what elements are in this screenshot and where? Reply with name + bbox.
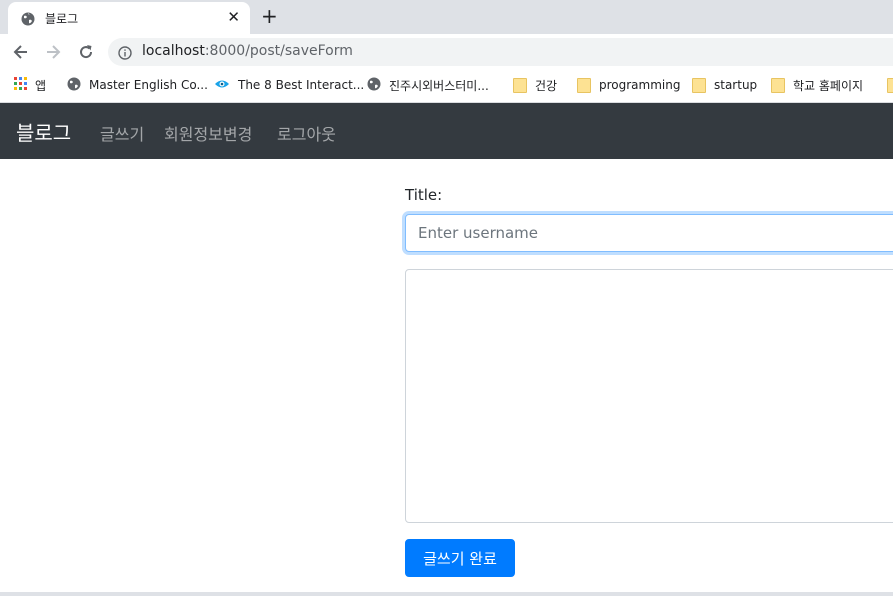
bookmark-label: 진주시외버스터미... — [389, 78, 489, 93]
reload-icon[interactable] — [76, 42, 96, 62]
bookmark-label: 학교 홈페이지 — [793, 78, 864, 93]
url-text: localhost:8000/post/saveForm — [142, 43, 353, 59]
folder-icon — [513, 77, 527, 93]
globe-icon — [367, 77, 381, 94]
close-tab-icon[interactable]: ✕ — [227, 8, 240, 26]
folder-icon — [577, 77, 591, 93]
title-input[interactable] — [405, 214, 893, 252]
bookmark-label: Master English Co... — [89, 78, 208, 92]
submit-post-button[interactable]: 글쓰기 완료 — [405, 539, 515, 577]
bookmarks-bar: 앱 Master English Co... The 8 Best Intera… — [0, 70, 893, 103]
title-label: Title: — [405, 186, 443, 204]
bookmark-label: startup — [714, 78, 758, 92]
bookmark-jinju-bus[interactable]: 진주시외버스터미... — [367, 76, 489, 94]
folder-icon — [692, 77, 706, 93]
bottom-border — [0, 592, 893, 596]
folder-icon — [771, 77, 785, 93]
bookmark-label: 건강 — [535, 78, 558, 93]
nav-link-logout[interactable]: 로그아웃 — [277, 121, 336, 145]
new-tab-button[interactable]: + — [261, 5, 278, 27]
globe-icon — [21, 11, 35, 30]
apps-grid-icon — [14, 77, 27, 93]
browser-tab[interactable]: 블로그 ✕ — [8, 2, 250, 34]
content-textarea[interactable] — [405, 269, 893, 523]
navbar-brand[interactable]: 블로그 — [16, 117, 71, 146]
bookmark-master-english[interactable]: Master English Co... — [67, 76, 208, 94]
bookmark-label: The 8 Best Interact... — [238, 78, 365, 92]
forward-icon[interactable] — [43, 42, 63, 62]
bookmark-folder-startup[interactable]: startup — [692, 76, 757, 94]
tab-strip: 블로그 ✕ + — [0, 0, 893, 34]
bookmark-folder-health[interactable]: 건강 — [513, 76, 557, 94]
bookmark-folder-school[interactable]: 학교 홈페이지 — [771, 76, 863, 94]
bookmark-apps[interactable]: 앱 — [14, 76, 46, 94]
url-path: :8000/post/saveForm — [204, 43, 353, 59]
tab-title: 블로그 — [45, 12, 79, 26]
site-navbar: 블로그 글쓰기 회원정보변경 로그아웃 — [0, 103, 893, 159]
info-icon[interactable] — [118, 45, 132, 64]
browser-toolbar: localhost:8000/post/saveForm — [0, 34, 893, 70]
nav-link-write[interactable]: 글쓰기 — [100, 121, 144, 145]
bookmark-label: programming — [599, 78, 681, 92]
bookmark-8-best[interactable]: The 8 Best Interact... — [214, 76, 364, 94]
folder-icon — [887, 77, 893, 93]
back-icon[interactable] — [11, 42, 31, 62]
bookmark-label: 앱 — [35, 78, 47, 93]
nav-link-update-profile[interactable]: 회원정보변경 — [164, 121, 252, 145]
globe-icon — [67, 77, 81, 94]
eye-icon — [214, 77, 230, 94]
bookmark-folder-programming[interactable]: programming — [577, 76, 680, 94]
url-host: localhost — [142, 43, 205, 59]
address-bar[interactable]: localhost:8000/post/saveForm — [108, 38, 893, 66]
bookmark-overflow[interactable] — [887, 76, 893, 94]
